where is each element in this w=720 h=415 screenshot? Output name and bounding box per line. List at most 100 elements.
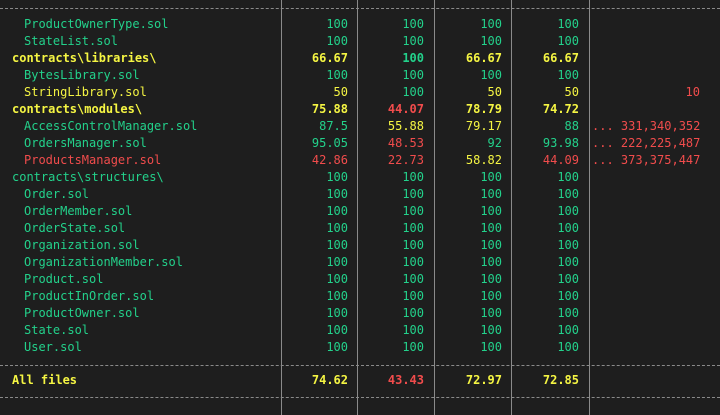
folder-name: contracts\modules\ xyxy=(12,102,143,116)
branch-cell: 100 xyxy=(402,170,424,184)
uncovered-lines-cell: ... 222,225,487 xyxy=(592,136,701,150)
lines-cell: 100 xyxy=(557,170,579,184)
lines-cell: 100 xyxy=(557,187,579,201)
file-name: User.sol xyxy=(24,340,82,354)
uncovered-lines-cell xyxy=(592,101,700,118)
uncovered-lines-cell xyxy=(592,305,700,322)
branch-cell: 22.73 xyxy=(387,153,424,167)
table-row: contracts\structures\ 100 100 100 100 xyxy=(0,169,720,186)
table-row: State.sol 100 100 100 100 xyxy=(0,322,720,339)
stmts-cell: 100 xyxy=(326,204,348,218)
uncovered-lines-cell xyxy=(592,271,700,288)
folder-name: contracts\structures\ xyxy=(12,170,164,184)
table-row: contracts\libraries\ 66.67 100 66.67 66.67 xyxy=(0,50,720,67)
lines-cell: 100 xyxy=(557,17,579,31)
total-lines: 72.85 xyxy=(542,373,579,387)
file-name: Order.sol xyxy=(24,187,90,201)
uncovered-lines-cell xyxy=(592,288,700,305)
stmts-cell: 100 xyxy=(326,34,348,48)
table-row: ProductOwnerType.sol 100 100 100 100 xyxy=(0,16,720,33)
stmts-cell: 100 xyxy=(326,221,348,235)
total-branch: 43.43 xyxy=(387,373,424,387)
file-name: ProductsManager.sol xyxy=(24,153,162,167)
file-name: ProductOwnerType.sol xyxy=(24,17,169,31)
branch-cell: 48.53 xyxy=(387,136,424,150)
funcs-cell: 100 xyxy=(480,272,502,286)
branch-cell: 100 xyxy=(402,323,424,337)
lines-cell: 50 xyxy=(564,85,579,99)
funcs-cell: 100 xyxy=(480,34,502,48)
file-name: StateList.sol xyxy=(24,34,118,48)
file-name: OrdersManager.sol xyxy=(24,136,147,150)
table-row: Order.sol 100 100 100 100 xyxy=(0,186,720,203)
total-funcs: 72.97 xyxy=(465,373,502,387)
stmts-cell: 50 xyxy=(333,85,348,99)
stmts-cell: 100 xyxy=(326,68,348,82)
uncovered-lines-cell xyxy=(592,33,700,50)
table-row: OrganizationMember.sol 100 100 100 100 xyxy=(0,254,720,271)
table-row: OrdersManager.sol 95.05 48.53 92 93.98 ... 22… xyxy=(0,135,720,152)
lines-cell: 100 xyxy=(557,68,579,82)
uncovered-lines-cell xyxy=(592,67,700,84)
stmts-cell: 75.88 xyxy=(311,102,348,116)
branch-cell: 100 xyxy=(402,238,424,252)
table-row: BytesLibrary.sol 100 100 100 100 xyxy=(0,67,720,84)
lines-cell: 100 xyxy=(557,340,579,354)
stmts-cell: 87.5 xyxy=(319,119,348,133)
lines-cell: 100 xyxy=(557,272,579,286)
table-row: Organization.sol 100 100 100 100 xyxy=(0,237,720,254)
stmts-cell: 100 xyxy=(326,340,348,354)
branch-cell: 100 xyxy=(402,340,424,354)
lines-cell: 100 xyxy=(557,255,579,269)
table-row: ProductOwner.sol 100 100 100 100 xyxy=(0,305,720,322)
lines-cell: 100 xyxy=(557,323,579,337)
stmts-cell: 100 xyxy=(326,238,348,252)
stmts-cell: 100 xyxy=(326,323,348,337)
terminal-window: ProductOwnerType.sol 100 100 100 100 StateLis… xyxy=(0,0,720,415)
uncovered-lines-cell: 10 xyxy=(685,85,700,99)
lines-cell: 100 xyxy=(557,289,579,303)
file-name: Organization.sol xyxy=(24,238,140,252)
uncovered-lines-cell xyxy=(592,50,700,67)
total-row: All files 74.62 43.43 72.97 72.85 xyxy=(0,372,720,389)
table-row: AccessControlManager.sol 87.5 55.88 79.17 88… xyxy=(0,118,720,135)
funcs-cell: 78.79 xyxy=(465,102,502,116)
stmts-cell: 100 xyxy=(326,187,348,201)
branch-cell: 100 xyxy=(402,51,424,65)
funcs-cell: 79.17 xyxy=(465,119,502,133)
uncovered-lines-cell xyxy=(592,169,700,186)
uncovered-lines-cell xyxy=(592,186,700,203)
total-label: All files xyxy=(12,373,78,387)
lines-cell: 100 xyxy=(557,34,579,48)
table-row: User.sol 100 100 100 100 xyxy=(0,339,720,356)
file-name: OrderMember.sol xyxy=(24,204,133,218)
uncovered-lines-cell xyxy=(592,203,700,220)
total-uncovered xyxy=(592,372,700,389)
branch-cell: 100 xyxy=(402,272,424,286)
table-row: OrderMember.sol 100 100 100 100 xyxy=(0,203,720,220)
lines-cell: 66.67 xyxy=(542,51,579,65)
total-stmts: 74.62 xyxy=(311,373,348,387)
branch-cell: 100 xyxy=(402,187,424,201)
file-name: BytesLibrary.sol xyxy=(24,68,140,82)
table-separator-total xyxy=(0,365,720,367)
table-row: OrderState.sol 100 100 100 100 xyxy=(0,220,720,237)
table-row: ProductInOrder.sol 100 100 100 100 xyxy=(0,288,720,305)
uncovered-lines-cell: ... 331,340,352 xyxy=(592,119,701,133)
branch-cell: 100 xyxy=(402,17,424,31)
lines-cell: 100 xyxy=(557,221,579,235)
branch-cell: 44.07 xyxy=(387,102,424,116)
lines-cell: 100 xyxy=(557,238,579,252)
branch-cell: 100 xyxy=(402,306,424,320)
funcs-cell: 100 xyxy=(480,255,502,269)
file-name: State.sol xyxy=(24,323,90,337)
file-name: ProductInOrder.sol xyxy=(24,289,155,303)
funcs-cell: 66.67 xyxy=(465,51,502,65)
stmts-cell: 42.86 xyxy=(311,153,348,167)
funcs-cell: 100 xyxy=(480,204,502,218)
branch-cell: 100 xyxy=(402,34,424,48)
branch-cell: 100 xyxy=(402,204,424,218)
uncovered-lines-cell xyxy=(592,322,700,339)
branch-cell: 100 xyxy=(402,221,424,235)
stmts-cell: 100 xyxy=(326,289,348,303)
